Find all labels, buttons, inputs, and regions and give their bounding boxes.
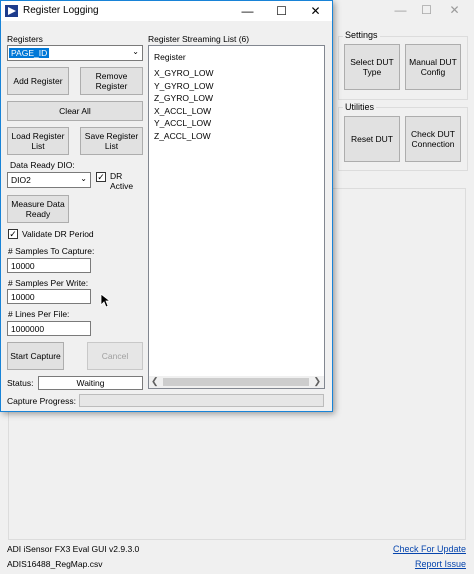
- close-icon[interactable]: ✕: [432, 0, 474, 20]
- registers-label: Registers: [7, 34, 43, 44]
- stream-list-item[interactable]: Y_GYRO_LOW: [154, 81, 214, 91]
- samples-to-capture-label: # Samples To Capture:: [8, 246, 95, 256]
- reset-dut-button[interactable]: Reset DUT: [344, 116, 400, 162]
- status-value: Waiting: [38, 376, 143, 390]
- validate-dr-period-checkbox[interactable]: ✓: [8, 229, 18, 239]
- horizontal-scrollbar[interactable]: ❮ ❯: [149, 376, 324, 388]
- stream-list-item[interactable]: Z_GYRO_LOW: [154, 93, 213, 103]
- status-label: Status:: [7, 378, 34, 388]
- data-ready-dio-label: Data Ready DIO:: [10, 160, 75, 170]
- version-label: ADI iSensor FX3 Eval GUI v2.9.3.0: [7, 544, 140, 554]
- dr-active-label: DR Active: [110, 171, 134, 191]
- stream-list-item[interactable]: Y_ACCL_LOW: [154, 118, 211, 128]
- scroll-left-icon[interactable]: ❮: [151, 376, 159, 387]
- start-capture-button[interactable]: Start Capture: [7, 342, 64, 370]
- samples-per-write-label: # Samples Per Write:: [8, 278, 89, 288]
- samples-to-capture-input[interactable]: 10000: [7, 258, 91, 273]
- dialog-titlebar: Register Logging — ☐ ✕: [1, 1, 332, 21]
- data-ready-dio-dropdown[interactable]: DIO2 ⌄: [7, 172, 91, 188]
- registers-dropdown[interactable]: PAGE_ID ⌄: [7, 45, 143, 61]
- capture-progress-label: Capture Progress:: [7, 396, 76, 406]
- dr-active-checkbox[interactable]: ✓: [96, 172, 106, 182]
- measure-data-ready-button[interactable]: Measure Data Ready: [7, 195, 69, 223]
- remove-register-button[interactable]: Remove Register: [80, 67, 143, 95]
- regmap-label: ADIS16488_RegMap.csv: [7, 559, 103, 569]
- clear-all-button[interactable]: Clear All: [7, 101, 143, 121]
- stream-list-item[interactable]: Z_ACCL_LOW: [154, 131, 211, 141]
- settings-group-title: Settings: [343, 30, 380, 40]
- data-ready-dio-value: DIO2: [11, 175, 31, 185]
- dialog-close-icon[interactable]: ✕: [293, 1, 338, 21]
- select-dut-type-button[interactable]: Select DUT Type: [344, 44, 400, 90]
- scrollbar-thumb[interactable]: [163, 378, 309, 386]
- dialog-title: Register Logging: [23, 5, 99, 16]
- check-dut-connection-button[interactable]: Check DUT Connection: [405, 116, 461, 162]
- register-logging-dialog: Register Logging — ☐ ✕ Registers PAGE_ID…: [0, 0, 333, 412]
- samples-per-write-input[interactable]: 10000: [7, 289, 91, 304]
- check-for-update-link[interactable]: Check For Update: [393, 544, 466, 554]
- registers-selected: PAGE_ID: [9, 48, 50, 58]
- stream-list[interactable]: Register X_GYRO_LOW Y_GYRO_LOW Z_GYRO_LOW X…: [148, 45, 325, 389]
- lines-per-file-input[interactable]: 1000000: [7, 321, 91, 336]
- add-register-button[interactable]: Add Register: [7, 67, 69, 95]
- stream-list-title: Register Streaming List (6): [148, 34, 250, 44]
- utilities-group-title: Utilities: [343, 102, 377, 112]
- manual-dut-config-button[interactable]: Manual DUT Config: [405, 44, 461, 90]
- stream-list-item[interactable]: X_ACCL_LOW: [154, 106, 211, 116]
- chevron-down-icon: ⌄: [132, 47, 139, 56]
- app-logo-icon: [5, 5, 18, 17]
- lines-per-file-label: # Lines Per File:: [8, 309, 70, 319]
- load-register-list-button[interactable]: Load Register List: [7, 127, 69, 155]
- save-register-list-button[interactable]: Save Register List: [80, 127, 143, 155]
- scroll-right-icon[interactable]: ❯: [313, 376, 321, 387]
- chevron-down-icon: ⌄: [80, 174, 87, 183]
- stream-list-item[interactable]: X_GYRO_LOW: [154, 68, 214, 78]
- validate-dr-period-label: Validate DR Period: [22, 229, 94, 239]
- stream-list-header: Register: [154, 52, 186, 62]
- cancel-button[interactable]: Cancel: [87, 342, 143, 370]
- mouse-cursor-icon: [100, 293, 110, 308]
- capture-progress-bar: [79, 394, 324, 407]
- report-issue-link[interactable]: Report Issue: [415, 559, 466, 569]
